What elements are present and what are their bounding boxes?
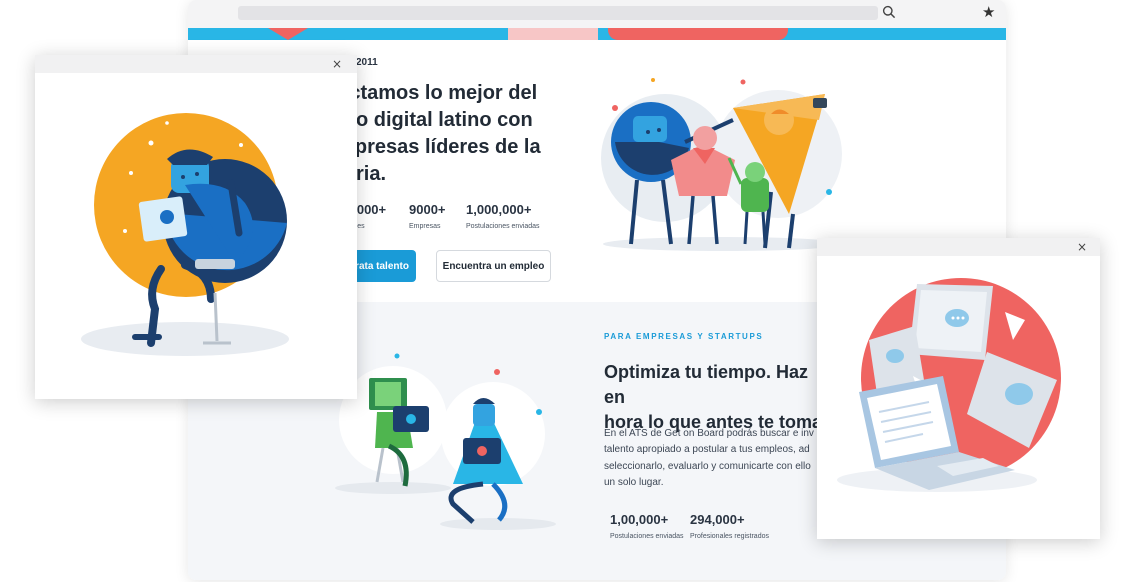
section-stat-value: 294,000+ xyxy=(690,512,745,527)
companies-illustration xyxy=(335,353,556,530)
section-stat-label: Postulaciones enviadas xyxy=(610,533,684,540)
close-icon[interactable]: × xyxy=(1077,240,1087,254)
hero-stat-label: Empresas xyxy=(409,223,441,230)
reading-person-illustration xyxy=(81,113,289,356)
section-body-line: seleccionarlo, evaluarlo y comunicarte c… xyxy=(604,460,811,472)
header-banner-strip xyxy=(188,28,1006,40)
hero-title: nectamos lo mejor del ento digital latin… xyxy=(326,80,576,188)
hero-stat-value: 1,000,000+ xyxy=(466,202,532,217)
section-title: Optimiza tu tiempo. Haz en hora lo que a… xyxy=(604,360,834,435)
hero-stat-label: Postulaciones enviadas xyxy=(466,223,540,230)
section-stat-label: Profesionales registrados xyxy=(690,533,769,540)
hero-stat: 1,000,000+ Postulaciones enviadas xyxy=(466,202,540,230)
hero-since-year: 2011 xyxy=(356,57,378,68)
star-icon[interactable]: ★ xyxy=(982,3,995,21)
search-icon[interactable] xyxy=(882,5,896,19)
hero-title-line: ustria. xyxy=(326,161,576,188)
close-icon[interactable]: × xyxy=(332,57,342,71)
left-popup-window: × xyxy=(35,55,357,399)
popup-titlebar: × xyxy=(817,238,1100,256)
hero-title-line: nectamos lo mejor del xyxy=(326,82,538,104)
hero-stat: 9000+ Empresas xyxy=(409,202,446,230)
address-bar: ★ xyxy=(188,0,1006,28)
section-title-line: Optimiza tu tiempo. Haz en xyxy=(604,362,809,407)
section-eyebrow: PARA EMPRESAS Y STARTUPS xyxy=(604,332,764,341)
hero-stat-value: 9000+ xyxy=(409,202,446,217)
section-stat: 294,000+ Profesionales registrados xyxy=(690,512,769,540)
section-stat: 1,00,000+ Postulaciones enviadas xyxy=(610,512,684,540)
section-body: En el ATS de Get on Board podrás buscar … xyxy=(604,426,819,491)
address-input[interactable] xyxy=(238,6,878,20)
section-body-line: talento apropiado a postular a tus emple… xyxy=(604,444,810,456)
hero-title-line: ento digital latino con xyxy=(326,109,533,131)
find-job-button[interactable]: Encuentra un empleo xyxy=(436,250,551,282)
section-body-line: un solo lugar. xyxy=(604,476,664,488)
hero-team-illustration xyxy=(601,78,843,251)
popup-titlebar: × xyxy=(35,55,357,73)
section-stat-value: 1,00,000+ xyxy=(610,512,669,527)
laptop-chat-illustration xyxy=(837,278,1061,492)
hero-title-line: empresas líderes de la xyxy=(326,136,541,158)
section-body-line: En el ATS de Get on Board podrás buscar … xyxy=(604,428,814,439)
right-popup-window: × xyxy=(817,238,1100,539)
